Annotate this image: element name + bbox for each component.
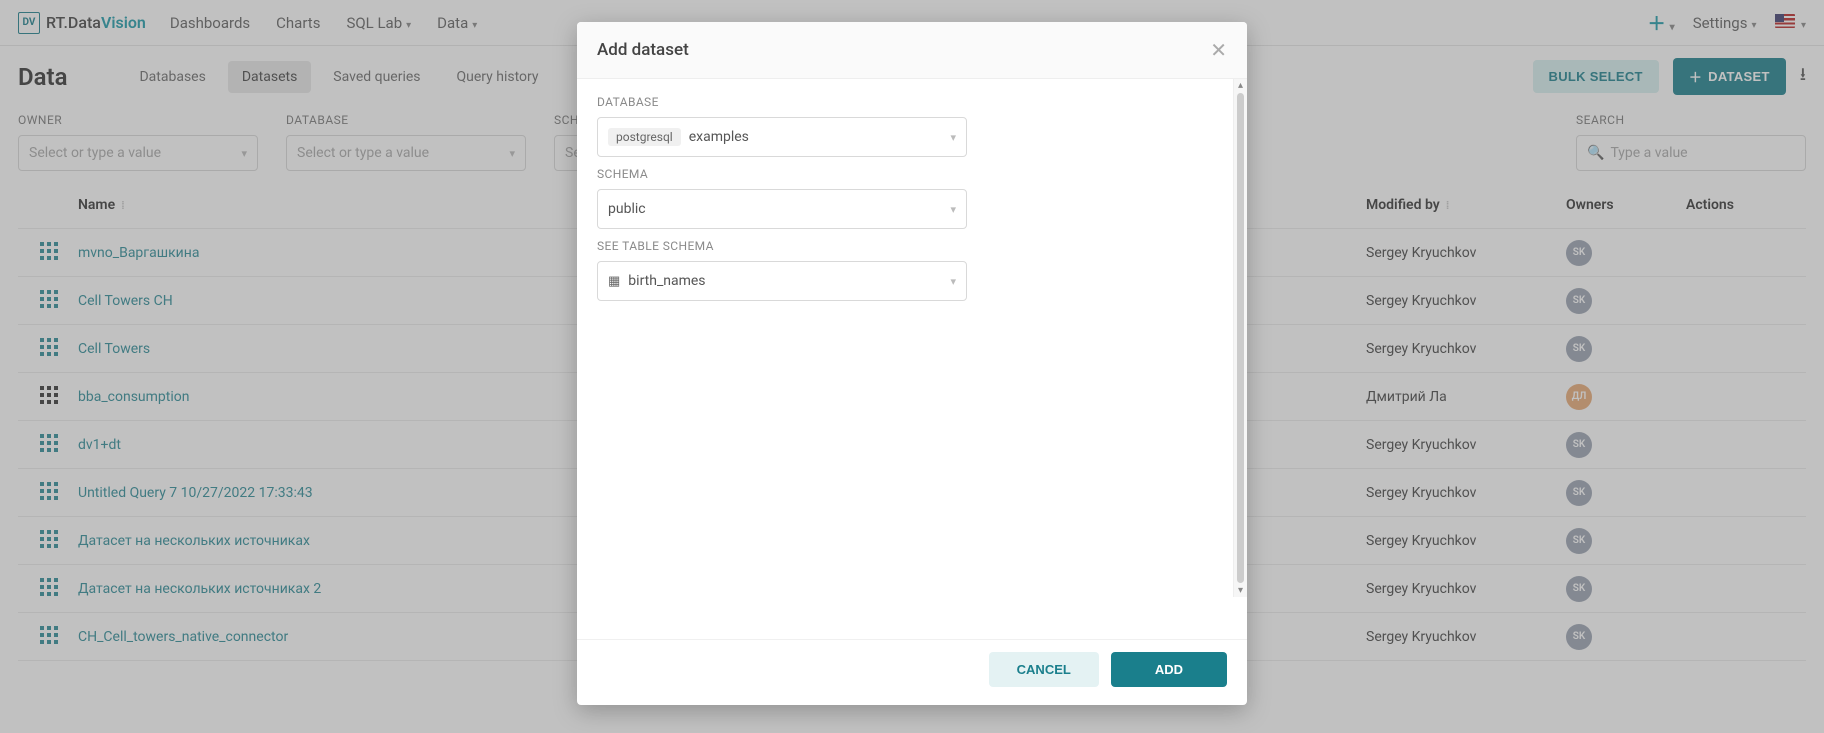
- scroll-up-icon[interactable]: ▴: [1234, 80, 1247, 91]
- modal-label-database: DATABASE: [597, 95, 1227, 109]
- caret-down-icon: ▾: [950, 131, 956, 144]
- scroll-thumb[interactable]: [1237, 93, 1244, 583]
- modal-title: Add dataset: [597, 40, 689, 60]
- modal-database-value: examples: [689, 129, 749, 145]
- caret-down-icon: ▾: [950, 203, 956, 216]
- scroll-down-icon[interactable]: ▾: [1234, 585, 1247, 596]
- modal-database-select[interactable]: postgresql examples ▾: [597, 117, 967, 157]
- close-icon[interactable]: ✕: [1210, 38, 1227, 62]
- cancel-button[interactable]: CANCEL: [989, 652, 1099, 687]
- modal-scrollbar[interactable]: ▴ ▾: [1233, 79, 1247, 597]
- modal-schema-value: public: [608, 201, 646, 217]
- modal-label-schema: SCHEMA: [597, 167, 1227, 181]
- modal-table-select[interactable]: ▦ birth_names ▾: [597, 261, 967, 301]
- modal-schema-select[interactable]: public ▾: [597, 189, 967, 229]
- modal-table-value: birth_names: [628, 273, 705, 289]
- add-button[interactable]: ADD: [1111, 652, 1227, 687]
- caret-down-icon: ▾: [950, 275, 956, 288]
- modal-label-table: SEE TABLE SCHEMA: [597, 239, 1227, 253]
- add-dataset-modal: Add dataset ✕ DATABASE postgresql exampl…: [577, 22, 1247, 705]
- database-engine-tag: postgresql: [608, 128, 681, 146]
- table-icon: ▦: [608, 274, 620, 289]
